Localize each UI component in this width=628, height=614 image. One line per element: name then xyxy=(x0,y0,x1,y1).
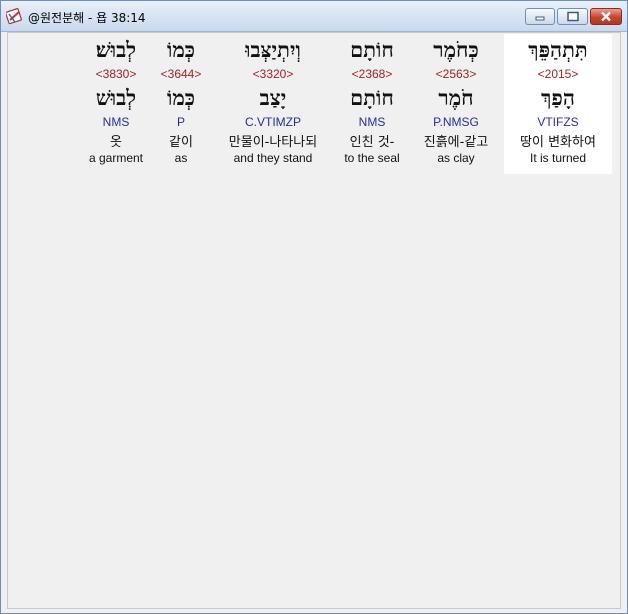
korean-gloss: 같이 xyxy=(169,135,193,150)
strong-number[interactable]: <3644> xyxy=(151,67,211,81)
english-gloss: as xyxy=(174,151,188,165)
english-gloss: as clay xyxy=(437,151,475,165)
hebrew-word: וְיִתְיַצְּבוּ xyxy=(245,37,301,62)
morphology-code: C.VTIMZP xyxy=(245,115,301,129)
window-title: @원전분해 - 욥 38:14 xyxy=(28,11,146,25)
close-icon xyxy=(601,11,611,22)
english-gloss: to the seal xyxy=(344,151,400,165)
strong-number[interactable]: <2563> xyxy=(413,67,499,81)
strong-number[interactable]: <2015> xyxy=(504,67,612,81)
word-column[interactable]: כְּחֹמֶר <2563> חֹמֶר P.NMSG 진흙에-같고 as c… xyxy=(413,34,499,174)
word-column[interactable]: כְּמוֹ <3644> כְּמוֹ P 같이 as xyxy=(151,34,211,174)
app-window: @원전분해 - 욥 38:14 לְבוּשׁ׃ <3830> לְבוּשׁ … xyxy=(0,0,628,614)
strong-number[interactable]: <3830> xyxy=(75,67,157,81)
minimize-icon xyxy=(535,16,545,20)
hebrew-lemma: לְבוּשׁ xyxy=(95,85,137,110)
hebrew-word: כְּמוֹ xyxy=(166,37,196,62)
word-column-selected[interactable]: תִּתְהַפֵּךְ <2015> הָפַךְ VTIFZS 땅이 변화하… xyxy=(504,34,612,174)
english-gloss: a garment xyxy=(88,151,144,165)
maximize-button[interactable] xyxy=(557,8,588,25)
hebrew-word: תִּתְהַפֵּךְ xyxy=(528,37,588,62)
hebrew-lemma: חֹמֶר xyxy=(438,85,474,110)
hebrew-word: חוֹתָם xyxy=(350,37,394,62)
morphology-code: NMS xyxy=(102,115,130,129)
english-gloss: and they stand xyxy=(233,151,313,165)
korean-gloss: 인친 것- xyxy=(349,135,395,150)
word-column[interactable]: חוֹתָם <2368> חוֹתָם NMS 인친 것- to the se… xyxy=(332,34,412,174)
hebrew-word: כְּחֹמֶר xyxy=(433,37,479,62)
strong-number[interactable]: <3320> xyxy=(216,67,330,81)
strong-number[interactable]: <2368> xyxy=(332,67,412,81)
word-column[interactable]: לְבוּשׁ׃ <3830> לְבוּשׁ NMS 옷 a garment xyxy=(75,34,157,174)
bible-analysis-app-icon xyxy=(6,8,22,25)
korean-gloss: 옷 xyxy=(110,135,122,150)
morphology-code: P.NMSG xyxy=(433,115,479,129)
morphology-code: P xyxy=(176,115,185,129)
maximize-icon xyxy=(566,11,579,22)
morphology-code: VTIFZS xyxy=(537,115,579,129)
morphology-code: NMS xyxy=(358,115,386,129)
korean-gloss: 진흙에-같고 xyxy=(423,135,489,150)
minimize-button[interactable] xyxy=(525,8,555,25)
close-button[interactable] xyxy=(590,8,622,25)
word-column[interactable]: וְיִתְיַצְּבוּ <3320> יָצַב C.VTIMZP 만물이… xyxy=(216,34,330,174)
word-analysis-panel: לְבוּשׁ׃ <3830> לְבוּשׁ NMS 옷 a garment … xyxy=(7,32,621,609)
english-gloss: It is turned xyxy=(529,151,587,165)
hebrew-lemma: יָצַב xyxy=(259,85,287,110)
korean-gloss: 만물이-나타나되 xyxy=(228,135,318,150)
title-bar[interactable]: @원전분해 - 욥 38:14 xyxy=(1,1,627,32)
hebrew-lemma: הָפַךְ xyxy=(541,85,575,110)
hebrew-word: לְבוּשׁ׃ xyxy=(95,37,137,62)
hebrew-lemma: חוֹתָם xyxy=(350,85,394,110)
korean-gloss: 땅이 변화하여 xyxy=(520,135,596,150)
hebrew-lemma: כְּמוֹ xyxy=(166,85,196,110)
